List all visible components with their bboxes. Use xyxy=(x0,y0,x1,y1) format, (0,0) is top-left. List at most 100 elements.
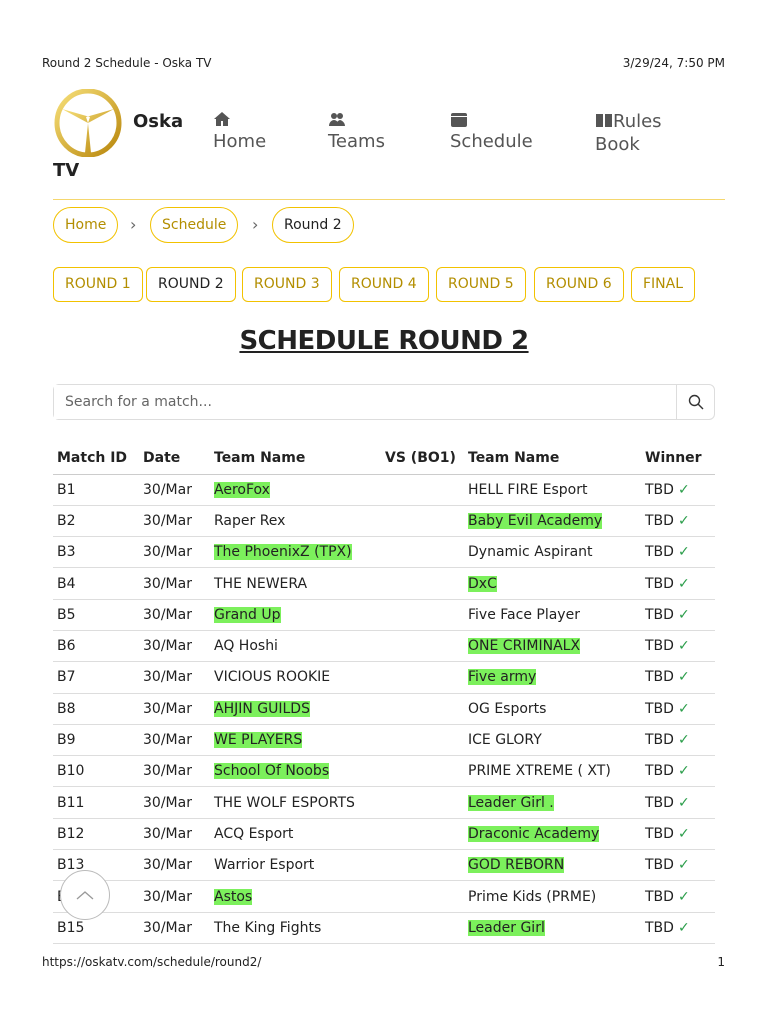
match-date: 30/Mar xyxy=(139,661,210,694)
match-date: 30/Mar xyxy=(139,630,210,663)
winner-value: TBD xyxy=(645,606,674,623)
team-1-name: The PhoenixZ (TPX) xyxy=(214,544,352,561)
nav-home-label: Home xyxy=(213,131,267,152)
print-datetime: 3/29/24, 7:50 PM xyxy=(622,56,725,70)
team-2-cell: Five Face Player xyxy=(464,599,641,631)
vs-cell xyxy=(381,755,464,788)
breadcrumb-schedule[interactable]: Schedule xyxy=(150,207,239,243)
team-1-cell: School Of Noobs xyxy=(210,755,381,788)
team-1-name: THE WOLF ESPORTS xyxy=(214,794,355,811)
team-2-name: Dynamic Aspirant xyxy=(468,544,593,561)
match-id: B6 xyxy=(53,630,139,663)
winner-value: TBD xyxy=(645,481,674,498)
round-1-button[interactable]: ROUND 1 xyxy=(53,267,143,302)
round-5-button[interactable]: ROUND 5 xyxy=(436,267,526,302)
check-icon: ✓ xyxy=(677,732,690,749)
chevron-right-icon: › xyxy=(252,215,259,234)
team-1-cell: Grand Up xyxy=(210,599,381,631)
check-icon: ✓ xyxy=(677,512,690,529)
table-row: B5 30/Mar Grand Up Five Face Player TBD ✓ xyxy=(53,599,715,631)
col-team-1: Team Name xyxy=(210,442,381,475)
check-icon: ✓ xyxy=(677,481,690,498)
winner-value: TBD xyxy=(645,857,674,874)
team-1-name: Astos xyxy=(214,888,253,905)
round-6-button[interactable]: ROUND 6 xyxy=(534,267,624,302)
team-1-name: The King Fights xyxy=(214,919,322,936)
team-1-cell: Raper Rex xyxy=(210,505,381,538)
users-icon xyxy=(329,113,345,126)
check-icon: ✓ xyxy=(677,638,690,655)
winner-cell: TBD ✓ xyxy=(641,505,715,538)
winner-value: TBD xyxy=(645,825,674,842)
check-icon: ✓ xyxy=(677,825,690,842)
winner-cell: TBD ✓ xyxy=(641,536,715,569)
team-1-cell: The King Fights xyxy=(210,912,381,944)
team-1-cell: The PhoenixZ (TPX) xyxy=(210,536,381,569)
nav-rules-label: Rules xyxy=(613,111,662,132)
team-1-name: AHJIN GUILDS xyxy=(214,700,310,717)
nav-schedule[interactable]: Schedule xyxy=(450,110,533,153)
breadcrumb-home[interactable]: Home xyxy=(53,207,119,243)
check-icon: ✓ xyxy=(677,606,690,623)
nav-home[interactable]: Home xyxy=(213,110,266,153)
back-to-top-button[interactable] xyxy=(60,870,110,920)
table-row: B4 30/Mar THE NEWERA DxC TBD ✓ xyxy=(53,567,715,600)
round-3-button[interactable]: ROUND 3 xyxy=(242,267,332,302)
table-row: B3 30/Mar The PhoenixZ (TPX) Dynamic Asp… xyxy=(53,536,715,569)
oska-logo[interactable] xyxy=(54,89,122,157)
check-icon: ✓ xyxy=(677,700,690,717)
check-icon: ✓ xyxy=(677,575,690,592)
vs-cell xyxy=(381,567,464,600)
calendar-icon xyxy=(451,113,467,127)
team-1-cell: Warrior Esport xyxy=(210,849,381,882)
vs-cell xyxy=(381,630,464,663)
match-date: 30/Mar xyxy=(139,505,210,538)
round-4-button[interactable]: ROUND 4 xyxy=(339,267,429,302)
col-vs: VS (BO1) xyxy=(381,442,464,475)
winner-cell: TBD ✓ xyxy=(641,474,715,506)
check-icon: ✓ xyxy=(677,669,690,686)
final-button[interactable]: FINAL xyxy=(631,267,696,302)
col-winner: Winner xyxy=(641,442,715,475)
team-1-cell: VICIOUS ROOKIE xyxy=(210,661,381,694)
team-1-cell: WE PLAYERS xyxy=(210,724,381,757)
winner-value: TBD xyxy=(645,700,674,717)
match-date: 30/Mar xyxy=(139,599,210,631)
brand-name-suffix: TV xyxy=(53,160,80,181)
vs-cell xyxy=(381,536,464,569)
print-url: https://oskatv.com/schedule/round2/ xyxy=(42,955,262,969)
table-header-row: Match ID Date Team Name VS (BO1) Team Na… xyxy=(53,442,715,475)
team-2-name: Draconic Academy xyxy=(468,825,600,842)
team-1-name: ACQ Esport xyxy=(214,825,294,842)
winner-cell: TBD ✓ xyxy=(641,818,715,851)
winner-value: TBD xyxy=(645,544,674,561)
search-input[interactable] xyxy=(54,385,674,419)
match-id: B3 xyxy=(53,536,139,569)
nav-teams-label: Teams xyxy=(328,131,385,152)
vs-cell xyxy=(381,693,464,725)
team-2-name: Five Face Player xyxy=(468,606,580,623)
winner-cell: TBD ✓ xyxy=(641,912,715,944)
table-row: B10 30/Mar School Of Noobs PRIME XTREME … xyxy=(53,755,715,788)
check-icon: ✓ xyxy=(677,919,690,936)
print-title: Round 2 Schedule - Oska TV xyxy=(42,56,212,70)
nav-teams[interactable]: Teams xyxy=(328,110,385,153)
round-2-button[interactable]: ROUND 2 xyxy=(146,267,236,302)
match-date: 30/Mar xyxy=(139,536,210,569)
team-2-cell: Baby Evil Academy xyxy=(464,505,641,538)
vs-cell xyxy=(381,786,464,819)
team-1-cell: AeroFox xyxy=(210,474,381,506)
vs-cell xyxy=(381,474,464,506)
match-date: 30/Mar xyxy=(139,474,210,506)
team-1-cell: AHJIN GUILDS xyxy=(210,693,381,725)
team-2-cell: PRIME XTREME ( XT) xyxy=(464,755,641,788)
winner-value: TBD xyxy=(645,669,674,686)
search-box xyxy=(53,384,715,420)
search-button[interactable] xyxy=(676,385,714,419)
team-1-name: AQ Hoshi xyxy=(214,638,278,655)
team-2-cell: Leader Girl . xyxy=(464,786,641,819)
team-1-name: Grand Up xyxy=(214,606,281,623)
table-row: B7 30/Mar VICIOUS ROOKIE Five army TBD ✓ xyxy=(53,661,715,694)
nav-rules-book[interactable]: Rules Book xyxy=(595,110,662,156)
team-2-cell: Prime Kids (PRME) xyxy=(464,880,641,913)
